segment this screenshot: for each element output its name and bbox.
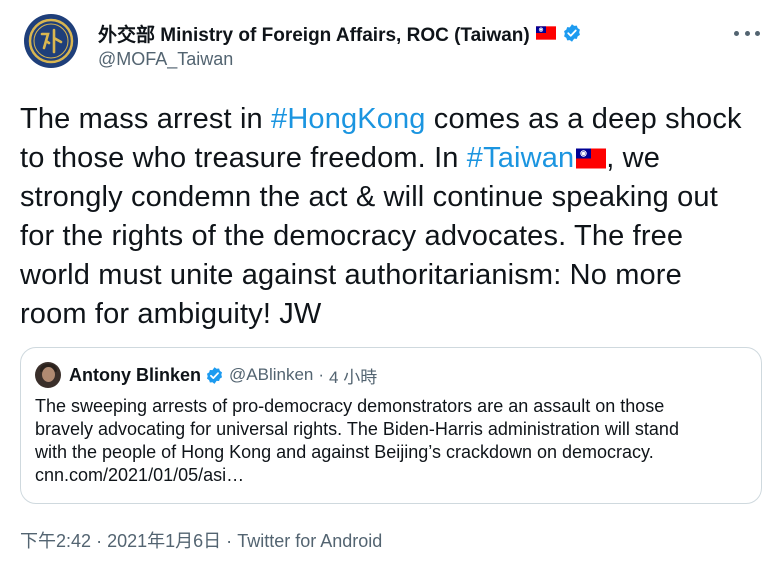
avatar-face — [42, 367, 55, 382]
quoted-author-handle: @ABlinken — [229, 365, 314, 384]
quoted-tweet-card[interactable]: Antony Blinken @ABlinken · 4 小時 The swee… — [20, 347, 762, 504]
quoted-body-line: The sweeping arrests of pro-democracy de… — [35, 396, 665, 416]
author-avatar[interactable] — [24, 14, 78, 68]
tweet-text-segment: comes as a deep shock — [425, 103, 742, 135]
more-dot — [755, 30, 760, 36]
quoted-tweet-body: The sweeping arrests of pro-democracy de… — [35, 395, 750, 487]
hashtag-taiwan-link[interactable]: #Taiwan — [467, 142, 574, 174]
tweet-line: world must unite against authoritarianis… — [20, 259, 682, 291]
tweet-footer-meta: 下午2:42 · 2021年1月6日 · Twitter for Android — [20, 527, 382, 553]
quoted-author-avatar — [35, 362, 61, 388]
quoted-body-line: bravely advocating for universal rights.… — [35, 419, 679, 439]
tweet-line: to those who treasure freedom. In #Taiwa… — [20, 139, 770, 178]
tweet-line: for the rights of the democracy advocate… — [20, 220, 684, 252]
more-options-icon[interactable] — [734, 26, 760, 40]
tweet-time[interactable]: 下午2:42 — [20, 531, 91, 551]
tweet-source-link[interactable]: Twitter for Android — [237, 531, 382, 551]
more-dot — [744, 30, 750, 36]
hashtag-hongkong-link[interactable]: #HongKong — [271, 103, 426, 135]
quoted-author-name: Antony Blinken — [69, 364, 202, 385]
author-display-name[interactable]: 外交部 Ministry of Foreign Affairs, ROC (Ta… — [98, 20, 530, 47]
author-name-row: 外交部 Ministry of Foreign Affairs, ROC (Ta… — [98, 20, 582, 46]
tweet-line: The mass arrest in #HongKong comes as a … — [20, 100, 770, 139]
quoted-tweet-header: Antony Blinken @ABlinken · 4 小時 — [35, 362, 377, 388]
quoted-link[interactable]: cnn.com/2021/01/05/asi… — [35, 464, 750, 487]
quoted-timestamp: 4 小時 — [329, 367, 378, 387]
tweet-text-segment: The mass arrest in — [20, 103, 272, 135]
author-header: 外交部 Ministry of Foreign Affairs, ROC (Ta… — [98, 20, 582, 70]
footer-separator: · — [226, 531, 233, 551]
quoted-separator: · — [318, 365, 325, 384]
tweet-text-segment: , we — [606, 142, 661, 174]
quoted-body-line: with the people of Hong Kong and against… — [35, 442, 654, 462]
tweet-text: The mass arrest in #HongKong comes as a … — [20, 100, 770, 334]
tweet-line: strongly condemn the act & will continue… — [20, 181, 718, 213]
tweet-line: room for ambiguity! JW — [20, 298, 322, 330]
taiwan-flag-icon — [535, 26, 556, 40]
verified-badge-icon — [563, 24, 580, 42]
tweet-date[interactable]: 2021年1月6日 — [107, 531, 221, 551]
verified-badge-icon — [206, 366, 223, 384]
more-dot — [734, 30, 739, 36]
tweet-text-segment: to those who treasure freedom. In — [20, 142, 467, 174]
footer-separator: · — [96, 531, 103, 551]
taiwan-flag-icon — [576, 148, 607, 169]
author-handle[interactable]: @MOFA_Taiwan — [98, 49, 582, 70]
mofa-seal-icon — [25, 15, 77, 67]
